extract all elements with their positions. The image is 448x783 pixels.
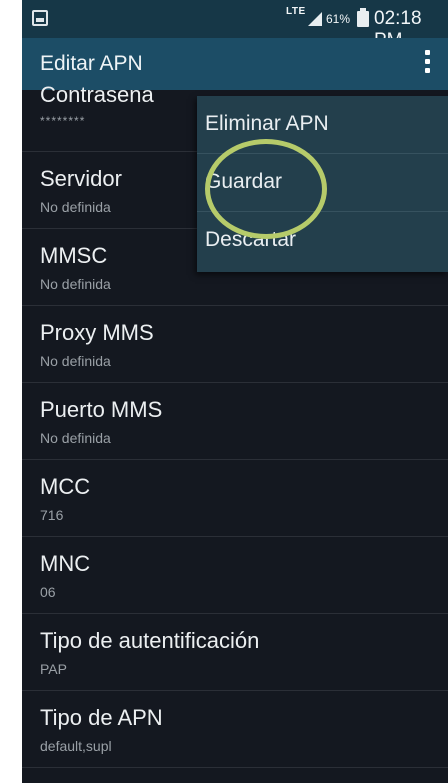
menu-item-label: Descartar: [205, 228, 297, 251]
gallery-notification-icon: [32, 10, 48, 26]
status-bar: LTE 61% 02:18 PM: [22, 0, 448, 51]
setting-value: default,supl: [40, 738, 112, 754]
setting-mcc[interactable]: MCC 716: [22, 460, 448, 537]
setting-title: Tipo de APN: [40, 705, 163, 730]
menu-item-delete-apn[interactable]: Eliminar APN: [197, 96, 448, 154]
setting-value: PAP: [40, 661, 67, 677]
setting-title: MNC: [40, 551, 91, 576]
setting-auth-type[interactable]: Tipo de autentificación PAP: [22, 614, 448, 691]
setting-value: ********: [40, 114, 86, 128]
signal-icon: [308, 12, 322, 26]
network-type: LTE: [286, 6, 306, 17]
setting-title: MMSC: [40, 243, 108, 268]
setting-value: 716: [40, 507, 64, 523]
overflow-menu: Eliminar APN Guardar Descartar: [197, 96, 448, 272]
setting-value: No definida: [40, 199, 111, 215]
setting-mnc[interactable]: MNC 06: [22, 537, 448, 614]
setting-value: No definida: [40, 430, 111, 446]
setting-title: Puerto MMS: [40, 397, 163, 422]
setting-title: Contrasena: [40, 82, 154, 107]
setting-mms-port[interactable]: Puerto MMS No definida: [22, 383, 448, 460]
more-vert-icon[interactable]: [420, 50, 434, 80]
setting-title: Servidor: [40, 166, 122, 191]
setting-title: Proxy MMS: [40, 320, 154, 345]
battery-icon: [357, 8, 369, 27]
phone-screen: LTE 61% 02:18 PM Editar APN Contrasena *…: [22, 0, 448, 783]
setting-value: No definida: [40, 276, 111, 292]
page-title: Editar APN: [40, 52, 143, 75]
menu-item-save[interactable]: Guardar: [197, 154, 448, 212]
setting-mms-proxy[interactable]: Proxy MMS No definida: [22, 306, 448, 383]
battery-percent: 61%: [326, 12, 351, 26]
setting-value: No definida: [40, 353, 111, 369]
menu-item-label: Eliminar APN: [205, 112, 329, 135]
setting-title: Tipo de autentificación: [40, 628, 260, 653]
menu-item-discard[interactable]: Descartar: [197, 212, 448, 270]
menu-item-label: Guardar: [205, 170, 283, 193]
setting-apn-type[interactable]: Tipo de APN default,supl: [22, 691, 448, 768]
setting-title: MCC: [40, 474, 91, 499]
setting-value: 06: [40, 584, 56, 600]
